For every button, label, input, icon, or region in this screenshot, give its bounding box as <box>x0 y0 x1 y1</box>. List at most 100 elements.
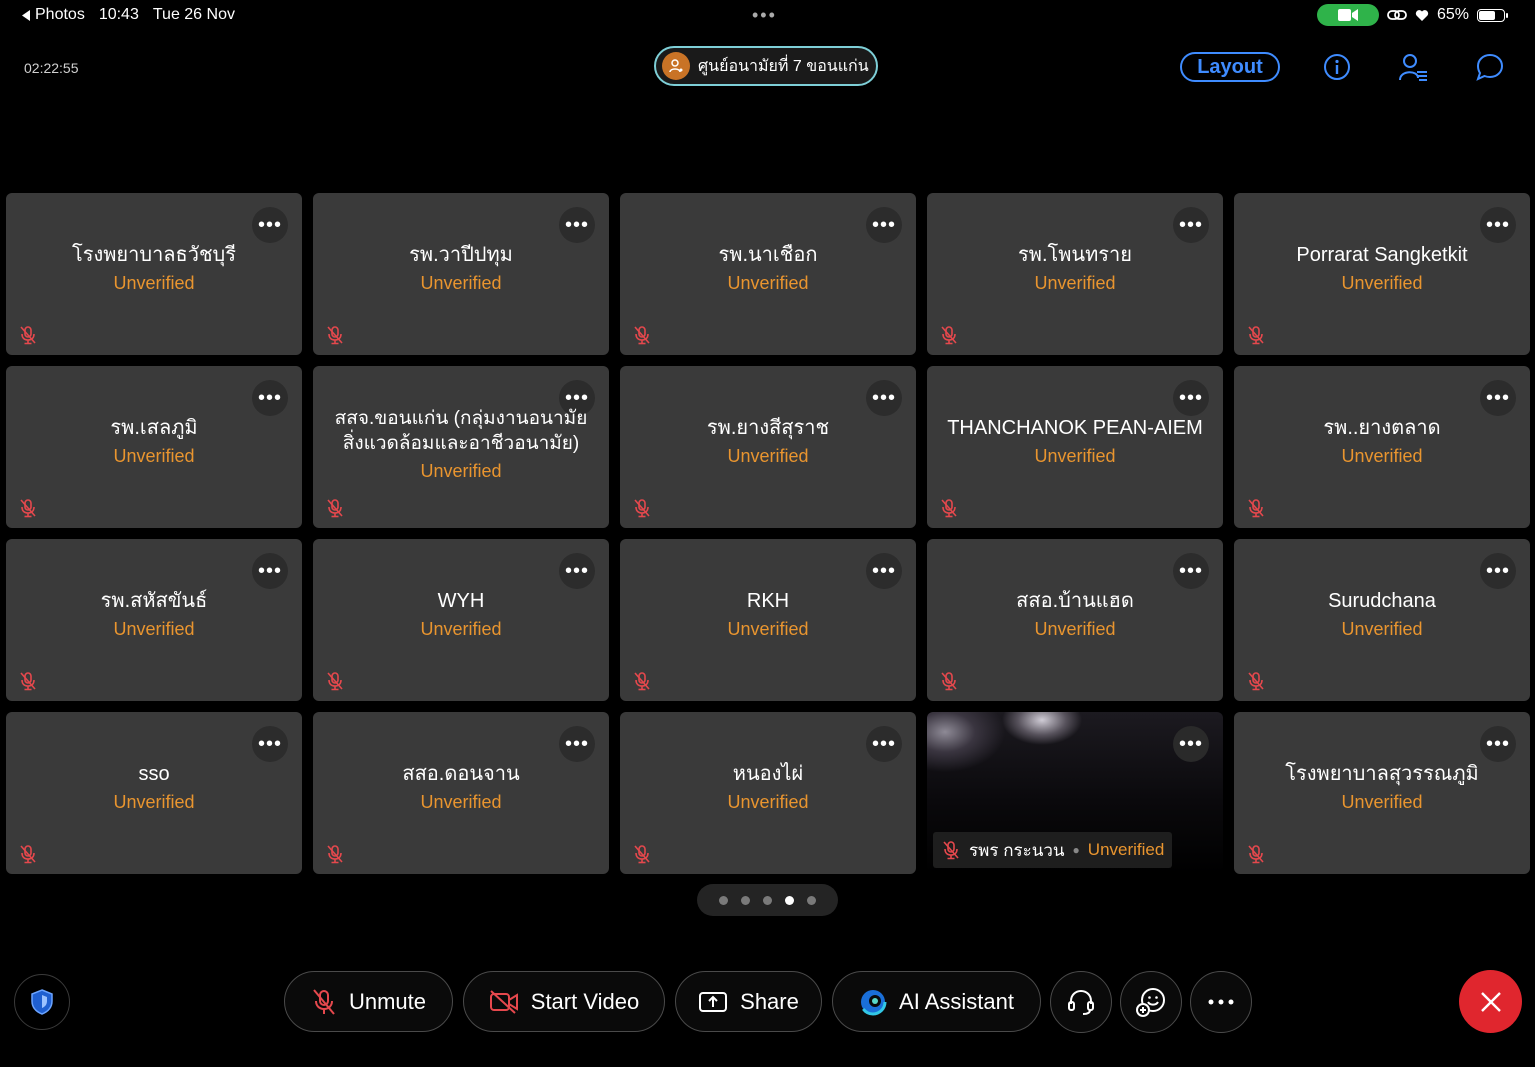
page-dot[interactable] <box>763 895 772 905</box>
participant-tile[interactable]: ••• Porrarat Sangketkit Unverified <box>1234 193 1530 355</box>
participant-grid: ••• โรงพยาบาลธวัชบุรี Unverified ••• รพ.วาปี… <box>6 193 1530 874</box>
participant-status: Unverified <box>420 273 502 293</box>
participant-tile[interactable]: ••• รพ.วาปีปทุม Unverified <box>313 193 609 355</box>
participant-name: Porrarat Sangketkit <box>1296 244 1468 266</box>
participant-more-button[interactable]: ••• <box>252 726 288 762</box>
meeting-info-button[interactable] <box>1320 50 1354 84</box>
participant-tile[interactable]: ••• รพร กระนวน ● Unverified <box>927 712 1223 874</box>
participant-tile[interactable]: ••• Surudchana Unverified <box>1234 539 1530 701</box>
page-dot[interactable] <box>785 895 794 905</box>
participant-tile[interactable]: ••• สสอ.บ้านแฮด Unverified <box>927 539 1223 701</box>
meeting-timer: 02:22:55 <box>24 60 79 76</box>
participant-status: Unverified <box>1034 273 1116 293</box>
page-indicator[interactable] <box>697 884 838 916</box>
participants-button[interactable] <box>1396 50 1430 84</box>
participant-tile[interactable]: ••• รพ.นาเชือก Unverified <box>620 193 916 355</box>
muted-mic-icon <box>325 498 345 518</box>
muted-mic-icon <box>325 671 345 691</box>
unmute-button[interactable]: Unmute <box>284 971 453 1032</box>
participant-more-button[interactable]: ••• <box>866 207 902 243</box>
participant-more-button[interactable]: ••• <box>1480 380 1516 416</box>
page-dot[interactable] <box>807 895 816 905</box>
participant-tile[interactable]: ••• หนองไผ่ Unverified <box>620 712 916 874</box>
participant-tile[interactable]: ••• รพ..ยางตลาด Unverified <box>1234 366 1530 528</box>
share-button[interactable]: Share <box>675 971 822 1032</box>
participant-status: Unverified <box>727 273 809 293</box>
multitasking-dots-icon[interactable]: ••• <box>752 6 777 24</box>
participant-tile[interactable]: ••• โรงพยาบาลสุวรรณภูมิ Unverified <box>1234 712 1530 874</box>
heart-icon <box>1415 9 1429 21</box>
participant-tile[interactable]: ••• รพ.สหัสขันธ์ Unverified <box>6 539 302 701</box>
muted-mic-icon <box>18 844 38 864</box>
participant-status: Unverified <box>727 619 809 639</box>
more-options-button[interactable] <box>1190 971 1252 1033</box>
participant-more-button[interactable]: ••• <box>559 726 595 762</box>
back-to-photos[interactable]: Photos <box>22 6 85 24</box>
muted-mic-icon <box>1246 671 1266 691</box>
participant-more-button[interactable]: ••• <box>252 553 288 589</box>
host-indicator[interactable]: ศูนย์อนามัยที่ 7 ขอนแก่น <box>654 46 878 86</box>
muted-mic-icon <box>632 325 652 345</box>
ai-assistant-label: AI Assistant <box>899 988 1014 1014</box>
start-video-label: Start Video <box>530 988 640 1014</box>
unmute-label: Unmute <box>348 988 427 1014</box>
participant-status: Unverified <box>113 619 195 639</box>
participant-more-button[interactable]: ••• <box>866 380 902 416</box>
chat-bubble-icon <box>1476 53 1504 81</box>
participant-name: THANCHANOK PEAN-AIEM <box>947 417 1203 439</box>
ai-assistant-button[interactable]: AI Assistant <box>832 971 1041 1032</box>
participant-more-button[interactable]: ••• <box>1480 207 1516 243</box>
participant-tile[interactable]: ••• sso Unverified <box>6 712 302 874</box>
participant-tile[interactable]: ••• รพ.ยางสีสุราช Unverified <box>620 366 916 528</box>
chat-button[interactable] <box>1473 50 1507 84</box>
participant-tile[interactable]: ••• รพ.โพนทราย Unverified <box>927 193 1223 355</box>
muted-mic-icon <box>632 671 652 691</box>
participant-name: หนองไผ่ <box>732 763 804 785</box>
muted-mic-icon <box>939 498 959 518</box>
participant-more-button[interactable]: ••• <box>559 553 595 589</box>
muted-mic-icon <box>1246 325 1266 345</box>
participant-tile[interactable]: ••• WYH Unverified <box>313 539 609 701</box>
participant-status: Unverified <box>1034 619 1116 639</box>
participant-name: รพ.โพนทราย <box>1018 244 1132 266</box>
reactions-button[interactable] <box>1120 971 1182 1033</box>
participant-more-button[interactable]: ••• <box>1480 726 1516 762</box>
participant-more-button[interactable]: ••• <box>559 207 595 243</box>
participant-more-button[interactable]: ••• <box>1173 726 1209 762</box>
audio-connection-button[interactable] <box>1050 971 1112 1033</box>
muted-mic-icon <box>18 671 38 691</box>
page-dot[interactable] <box>719 895 728 905</box>
battery-fill <box>1479 10 1495 20</box>
participant-name: รพ.สหัสขันธ์ <box>100 590 208 612</box>
participant-more-button[interactable]: ••• <box>252 380 288 416</box>
participant-name: สสจ.ขอนแก่น (กลุ่มงานอนามัยสิ่งแวดล้อมแล… <box>334 408 588 454</box>
participant-more-button[interactable]: ••• <box>252 207 288 243</box>
muted-mic-icon <box>1246 498 1266 518</box>
participant-more-button[interactable]: ••• <box>866 553 902 589</box>
participant-tile[interactable]: ••• สสอ.ดอนจาน Unverified <box>313 712 609 874</box>
participant-tile[interactable]: ••• โรงพยาบาลธวัชบุรี Unverified <box>6 193 302 355</box>
start-video-button[interactable]: Start Video <box>463 971 665 1032</box>
video-off-icon <box>489 989 518 1014</box>
security-button[interactable] <box>14 974 70 1030</box>
participant-status: Unverified <box>113 446 195 466</box>
participant-tile[interactable]: ••• THANCHANOK PEAN-AIEM Unverified <box>927 366 1223 528</box>
page-dot[interactable] <box>741 895 750 905</box>
participant-name: รพ.นาเชือก <box>718 244 818 266</box>
participant-tile[interactable]: ••• สสจ.ขอนแก่น (กลุ่มงานอนามัยสิ่งแวดล้อ… <box>313 366 609 528</box>
layout-button[interactable]: Layout <box>1180 52 1280 82</box>
participant-tile[interactable]: ••• RKH Unverified <box>620 539 916 701</box>
status-time: 10:43 <box>98 6 139 23</box>
leave-meeting-button[interactable] <box>1459 970 1522 1033</box>
muted-mic-icon <box>18 325 38 345</box>
person-icon <box>669 59 683 73</box>
participant-more-button[interactable]: ••• <box>866 726 902 762</box>
participant-tile[interactable]: ••• รพ.เสลภูมิ Unverified <box>6 366 302 528</box>
participant-more-button[interactable]: ••• <box>1173 553 1209 589</box>
participant-more-button[interactable]: ••• <box>1173 380 1209 416</box>
more-horizontal-icon <box>1208 999 1234 1005</box>
participant-name: รพ.วาปีปทุม <box>409 244 513 266</box>
participant-more-button[interactable]: ••• <box>1173 207 1209 243</box>
participant-name: WYH <box>437 590 485 612</box>
participant-more-button[interactable]: ••• <box>1480 553 1516 589</box>
